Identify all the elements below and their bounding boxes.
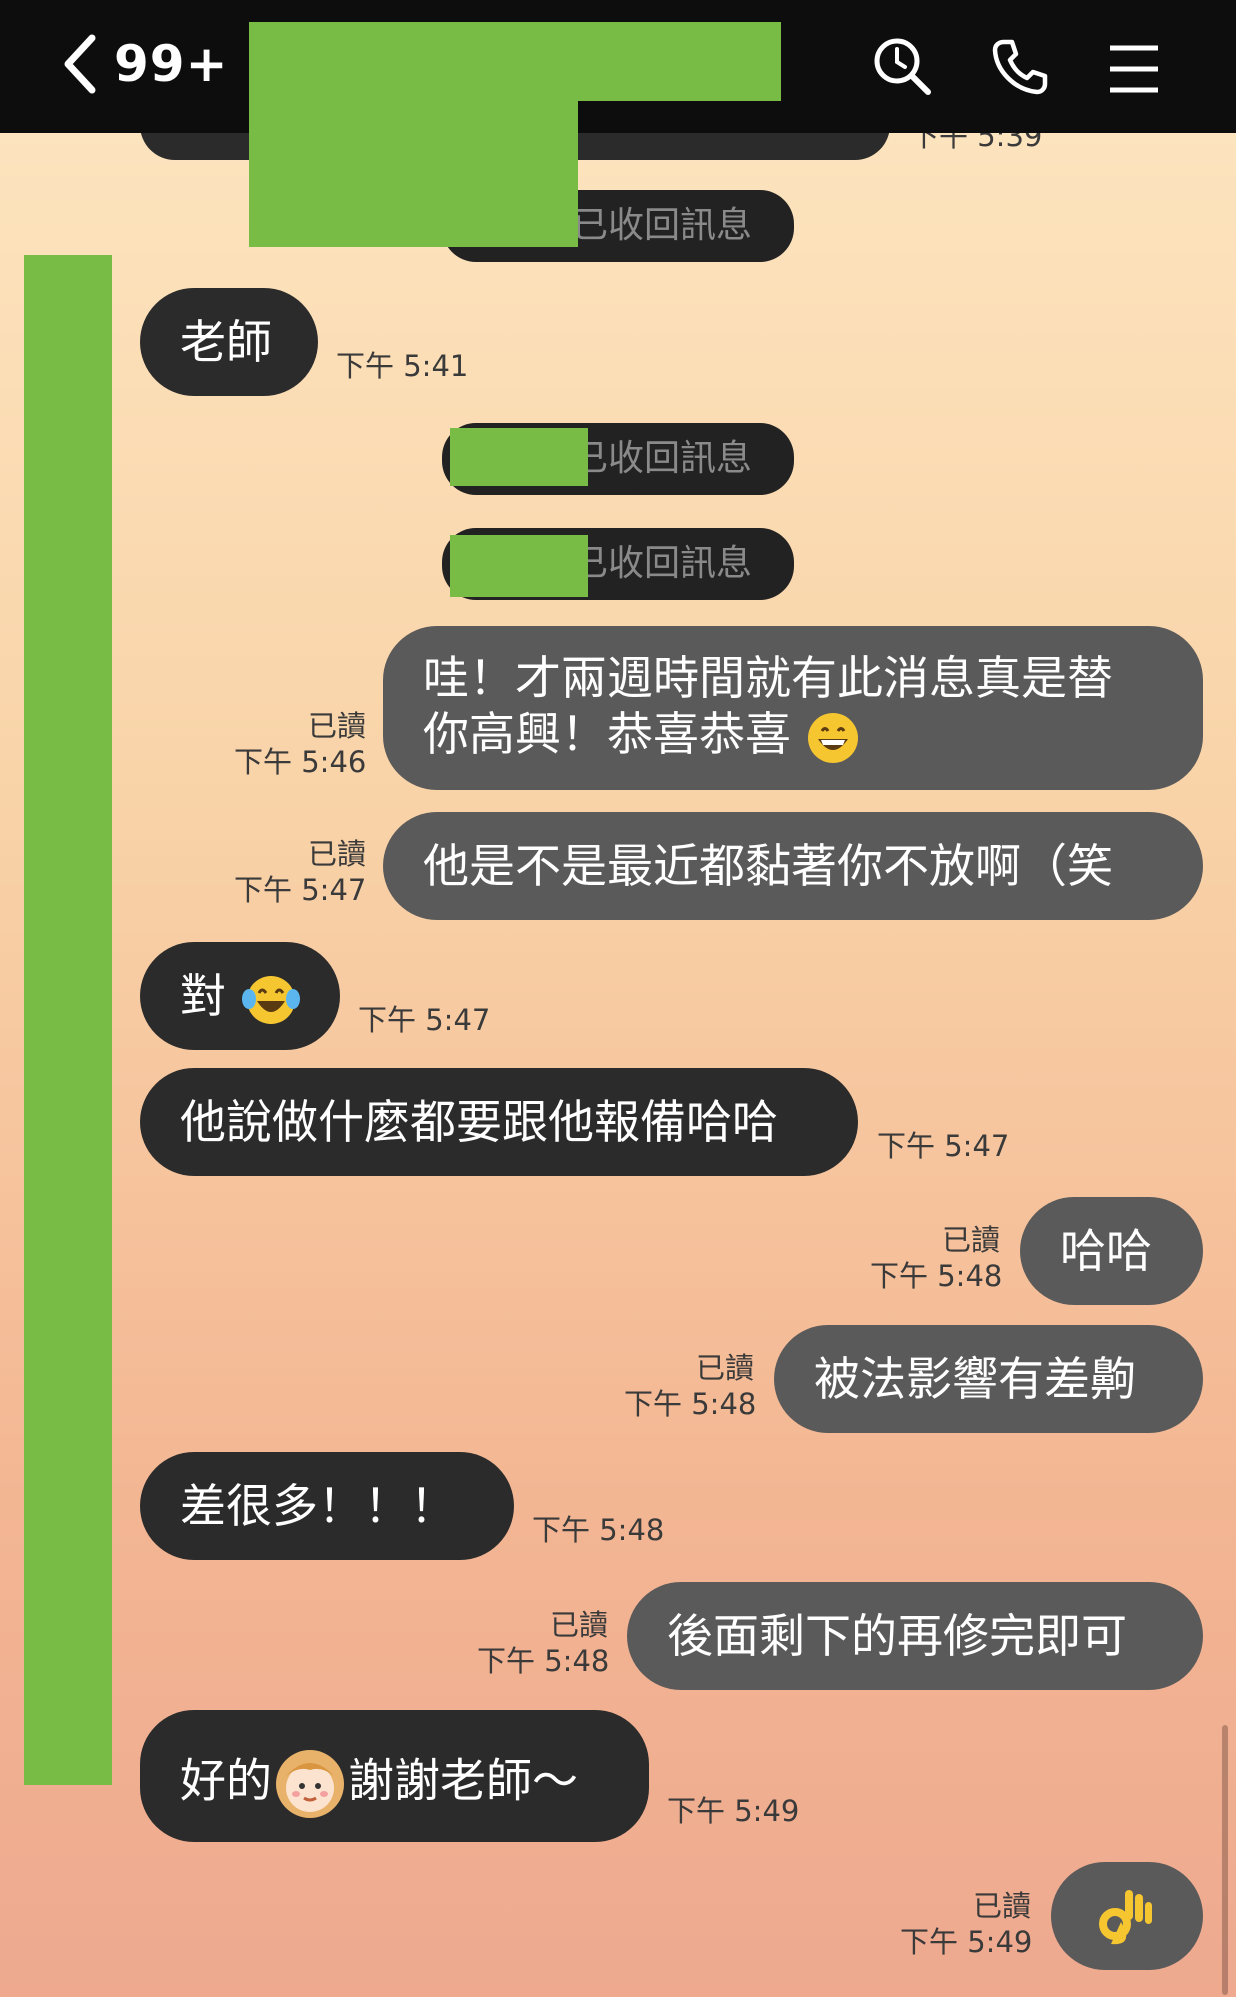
phone-icon[interactable] <box>990 36 1050 100</box>
message-time: 下午 5:48 <box>624 1387 757 1421</box>
girl-sticker-emoji-icon <box>276 1750 344 1818</box>
message-time: 下午 5:49 <box>900 1925 1033 1959</box>
message-text: 老師 <box>180 315 272 369</box>
message-time: 下午 5:46 <box>234 745 367 779</box>
message-text-part-2: 謝謝老師～ <box>348 1753 578 1808</box>
message-text: 哈哈 <box>1060 1224 1152 1278</box>
message-text: 被法影響有差齁 <box>814 1352 1136 1406</box>
message-time: 下午 5:48 <box>532 1513 665 1547</box>
search-icon[interactable] <box>872 36 932 100</box>
outgoing-message-bubble[interactable]: 後面剩下的再修完即可 <box>627 1582 1203 1690</box>
message-text: 對 <box>180 969 226 1023</box>
outgoing-message-bubble[interactable]: 被法影響有差齁 <box>774 1325 1203 1433</box>
read-receipt: 已讀 <box>549 1608 608 1642</box>
message-text: 後面剩下的再修完即可 <box>667 1609 1127 1663</box>
incoming-message-bubble[interactable]: 好的 謝謝老師～ <box>140 1710 649 1842</box>
message-time: 下午 5:48 <box>477 1644 610 1678</box>
message-text: 他是不是最近都黏著你不放啊（笑 <box>423 839 1113 893</box>
message-time: 下午 5:47 <box>877 1129 1010 1163</box>
scrollbar[interactable] <box>1222 1725 1228 1995</box>
message-text: 差很多！！！ <box>180 1479 456 1533</box>
ok-hand-emoji-icon <box>1099 1890 1152 1945</box>
redacted-recalled-3 <box>450 535 588 597</box>
message-text-line-2: 你高興！恭喜恭喜 <box>423 707 791 761</box>
redacted-recalled-2 <box>450 428 588 486</box>
read-receipt: 已讀 <box>941 1223 1000 1257</box>
recalled-label: 已收回訊息 <box>572 205 753 246</box>
outgoing-message-bubble[interactable]: 哈哈 <box>1020 1197 1203 1305</box>
read-receipt: 已讀 <box>695 1351 754 1385</box>
read-receipt: 已讀 <box>307 709 366 743</box>
redacted-contact-name <box>249 22 781 101</box>
menu-icon[interactable] <box>1108 44 1160 98</box>
incoming-message-bubble[interactable]: 老師 <box>140 288 318 396</box>
tears-of-joy-emoji-icon <box>241 975 300 1024</box>
message-text-part-1: 好的 <box>180 1753 272 1808</box>
message-time: 下午 5:49 <box>667 1794 800 1828</box>
back-chevron-icon <box>64 34 96 94</box>
grinning-face-emoji-icon <box>807 712 858 763</box>
redacted-avatar-column <box>24 255 112 1785</box>
read-receipt: 已讀 <box>307 837 366 871</box>
outgoing-message-bubble[interactable]: 哇！才兩週時間就有此消息真是替 你高興！恭喜恭喜 <box>383 626 1203 790</box>
message-text-line-1: 哇！才兩週時間就有此消息真是替 <box>423 651 1113 705</box>
recalled-label: 已收回訊息 <box>572 438 753 479</box>
message-time: 下午 5:41 <box>336 349 469 383</box>
incoming-message-bubble[interactable]: 差很多！！！ <box>140 1452 514 1560</box>
read-receipt: 已讀 <box>972 1889 1031 1923</box>
unread-count: 99+ <box>114 35 229 93</box>
recalled-label: 已收回訊息 <box>572 543 753 584</box>
outgoing-message-bubble[interactable] <box>1051 1862 1203 1970</box>
message-text: 他說做什麼都要跟他報備哈哈 <box>180 1095 778 1149</box>
incoming-message-bubble[interactable]: 對 <box>140 942 340 1050</box>
incoming-message-bubble[interactable]: 他說做什麼都要跟他報備哈哈 <box>140 1068 858 1176</box>
message-time: 下午 5:47 <box>234 873 367 907</box>
message-time: 下午 5:47 <box>358 1003 491 1037</box>
redacted-area-top <box>249 101 578 247</box>
back-button[interactable]: 99+ <box>62 34 228 94</box>
message-time: 下午 5:48 <box>870 1259 1003 1293</box>
outgoing-message-bubble[interactable]: 他是不是最近都黏著你不放啊（笑 <box>383 812 1203 920</box>
